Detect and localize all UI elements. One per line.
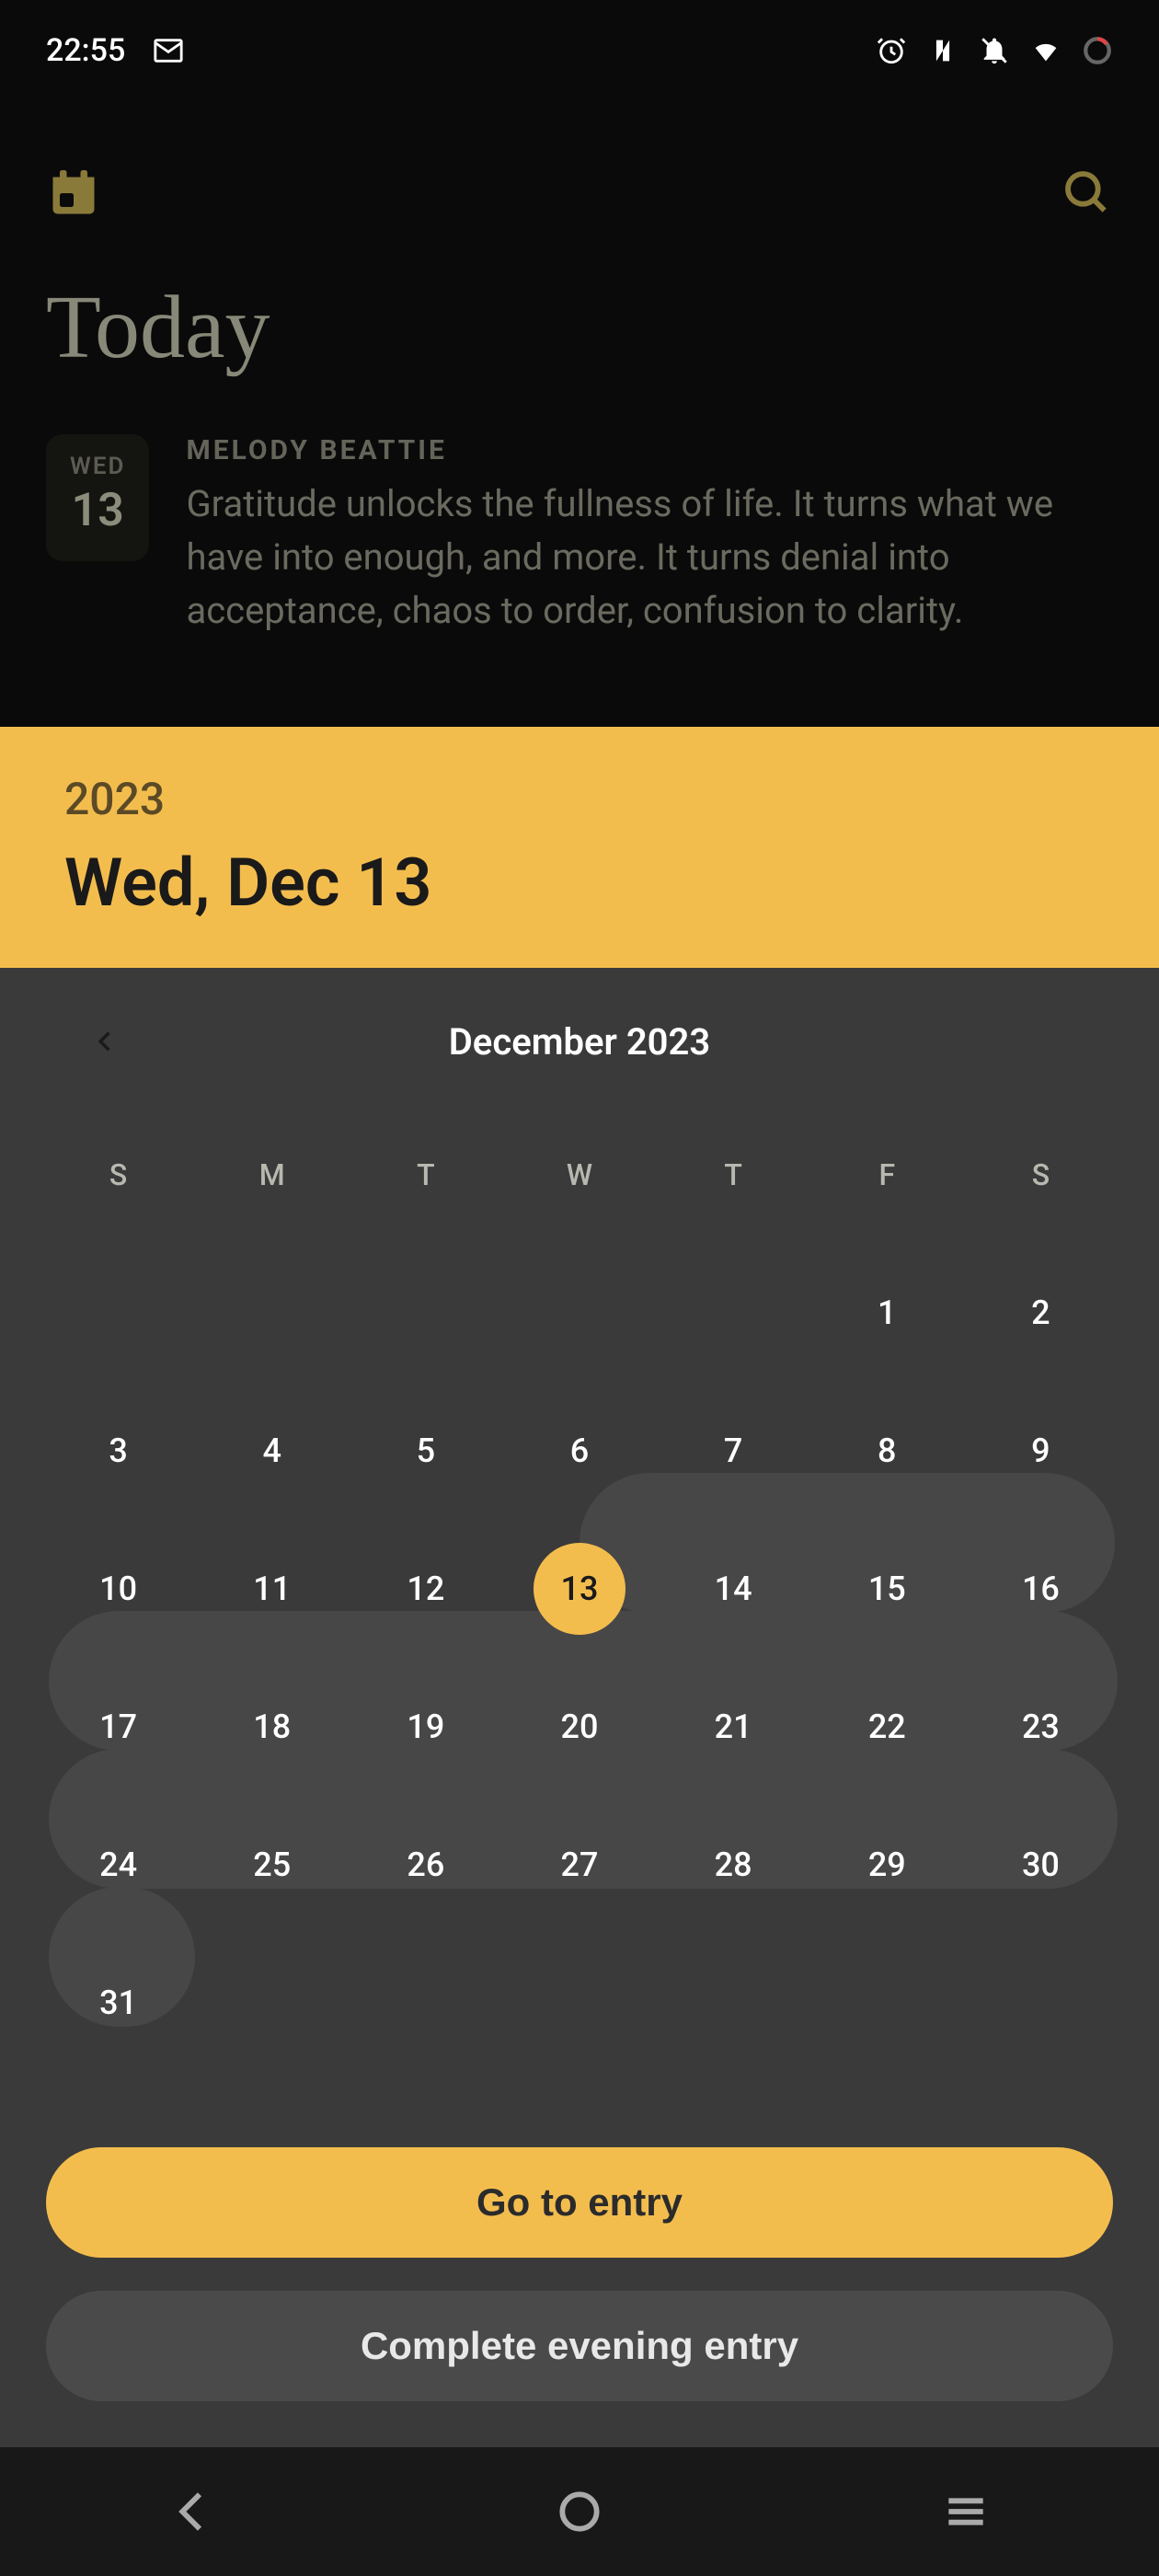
calendar-day-22[interactable]: 22 bbox=[810, 1658, 964, 1796]
nfc-icon bbox=[927, 35, 958, 66]
calendar-day-5[interactable]: 5 bbox=[349, 1382, 502, 1520]
search-icon[interactable] bbox=[1061, 167, 1113, 219]
calendar-day-7[interactable]: 7 bbox=[657, 1382, 810, 1520]
calendar: December 2023 SMTWTFS1234567891011121314… bbox=[0, 968, 1159, 2129]
date-box: WED 13 bbox=[46, 434, 149, 561]
calendar-day-21[interactable]: 21 bbox=[657, 1658, 810, 1796]
calendar-day-1[interactable]: 1 bbox=[810, 1244, 964, 1382]
calendar-grid: SMTWTFS123456789101112131415161718192021… bbox=[41, 1106, 1118, 2072]
calendar-grid-wrapper: SMTWTFS123456789101112131415161718192021… bbox=[41, 1106, 1118, 2072]
status-right bbox=[876, 35, 1113, 66]
wifi-icon bbox=[1030, 35, 1061, 66]
calendar-header: December 2023 bbox=[41, 1005, 1118, 1078]
calendar-day-17[interactable]: 17 bbox=[41, 1658, 195, 1796]
calendar-day-13[interactable]: 13 bbox=[502, 1520, 656, 1658]
calendar-day-23[interactable]: 23 bbox=[964, 1658, 1118, 1796]
calendar-day-15[interactable]: 15 bbox=[810, 1520, 964, 1658]
quote-text: Gratitude unlocks the fullness of life. … bbox=[186, 477, 1113, 638]
calendar-dow-header: T bbox=[657, 1129, 810, 1221]
calendar-empty-cell bbox=[195, 1244, 349, 1382]
page-background: Today WED 13 MELODY BEATTIE Gratitude un… bbox=[0, 276, 1159, 638]
calendar-day-6[interactable]: 6 bbox=[502, 1382, 656, 1520]
calendar-dow-header: F bbox=[810, 1129, 964, 1221]
calendar-dow-header: S bbox=[41, 1129, 195, 1221]
calendar-empty-cell bbox=[349, 1244, 502, 1382]
system-nav-bar bbox=[0, 2447, 1159, 2576]
sheet-year[interactable]: 2023 bbox=[64, 773, 1095, 825]
calendar-day-19[interactable]: 19 bbox=[349, 1658, 502, 1796]
calendar-day-9[interactable]: 9 bbox=[964, 1382, 1118, 1520]
calendar-dow-header: M bbox=[195, 1129, 349, 1221]
calendar-day-24[interactable]: 24 bbox=[41, 1796, 195, 1934]
nav-home-button[interactable] bbox=[547, 2479, 612, 2544]
calendar-day-10[interactable]: 10 bbox=[41, 1520, 195, 1658]
calendar-day-3[interactable]: 3 bbox=[41, 1382, 195, 1520]
calendar-empty-cell bbox=[657, 1244, 810, 1382]
calendar-day-26[interactable]: 26 bbox=[349, 1796, 502, 1934]
calendar-day-30[interactable]: 30 bbox=[964, 1796, 1118, 1934]
calendar-day-16[interactable]: 16 bbox=[964, 1520, 1118, 1658]
sheet-actions: Go to entry Complete evening entry bbox=[0, 2129, 1159, 2447]
calendar-month-label: December 2023 bbox=[449, 1020, 710, 1064]
calendar-day-2[interactable]: 2 bbox=[964, 1244, 1118, 1382]
page-title: Today bbox=[46, 276, 1113, 379]
battery-indicator-icon bbox=[1082, 35, 1113, 66]
notifications-off-icon bbox=[979, 35, 1010, 66]
calendar-day-11[interactable]: 11 bbox=[195, 1520, 349, 1658]
calendar-day-12[interactable]: 12 bbox=[349, 1520, 502, 1658]
calendar-app-icon[interactable] bbox=[46, 166, 101, 221]
alarm-icon bbox=[876, 35, 907, 66]
calendar-day-28[interactable]: 28 bbox=[657, 1796, 810, 1934]
calendar-dow-header: W bbox=[502, 1129, 656, 1221]
calendar-day-20[interactable]: 20 bbox=[502, 1658, 656, 1796]
calendar-day-18[interactable]: 18 bbox=[195, 1658, 349, 1796]
date-box-dow: WED bbox=[70, 453, 125, 480]
quote-block: MELODY BEATTIE Gratitude unlocks the ful… bbox=[186, 434, 1113, 638]
quote-card: WED 13 MELODY BEATTIE Gratitude unlocks … bbox=[46, 434, 1113, 638]
status-left: 22:55 bbox=[46, 32, 184, 69]
gmail-icon bbox=[153, 35, 184, 66]
calendar-day-14[interactable]: 14 bbox=[657, 1520, 810, 1658]
date-box-day: 13 bbox=[70, 484, 125, 537]
calendar-dow-header: T bbox=[349, 1129, 502, 1221]
status-time: 22:55 bbox=[46, 32, 125, 69]
nav-recents-button[interactable] bbox=[934, 2479, 998, 2544]
quote-author: MELODY BEATTIE bbox=[186, 434, 1113, 466]
calendar-empty-cell bbox=[41, 1244, 195, 1382]
calendar-day-4[interactable]: 4 bbox=[195, 1382, 349, 1520]
nav-back-button[interactable] bbox=[161, 2479, 225, 2544]
sheet-header: 2023 Wed, Dec 13 bbox=[0, 727, 1159, 968]
date-picker-sheet: 2023 Wed, Dec 13 December 2023 SMTWTFS1 bbox=[0, 727, 1159, 2447]
calendar-day-8[interactable]: 8 bbox=[810, 1382, 964, 1520]
calendar-day-31[interactable]: 31 bbox=[41, 1934, 195, 2072]
app-bar bbox=[0, 138, 1159, 248]
sheet-date[interactable]: Wed, Dec 13 bbox=[64, 844, 1095, 922]
calendar-dow-header: S bbox=[964, 1129, 1118, 1221]
calendar-day-25[interactable]: 25 bbox=[195, 1796, 349, 1934]
prev-month-button[interactable] bbox=[87, 1023, 124, 1060]
go-to-entry-button[interactable]: Go to entry bbox=[46, 2147, 1113, 2258]
calendar-day-29[interactable]: 29 bbox=[810, 1796, 964, 1934]
calendar-empty-cell bbox=[502, 1244, 656, 1382]
complete-evening-entry-button[interactable]: Complete evening entry bbox=[46, 2291, 1113, 2401]
calendar-day-27[interactable]: 27 bbox=[502, 1796, 656, 1934]
status-bar: 22:55 bbox=[0, 0, 1159, 101]
